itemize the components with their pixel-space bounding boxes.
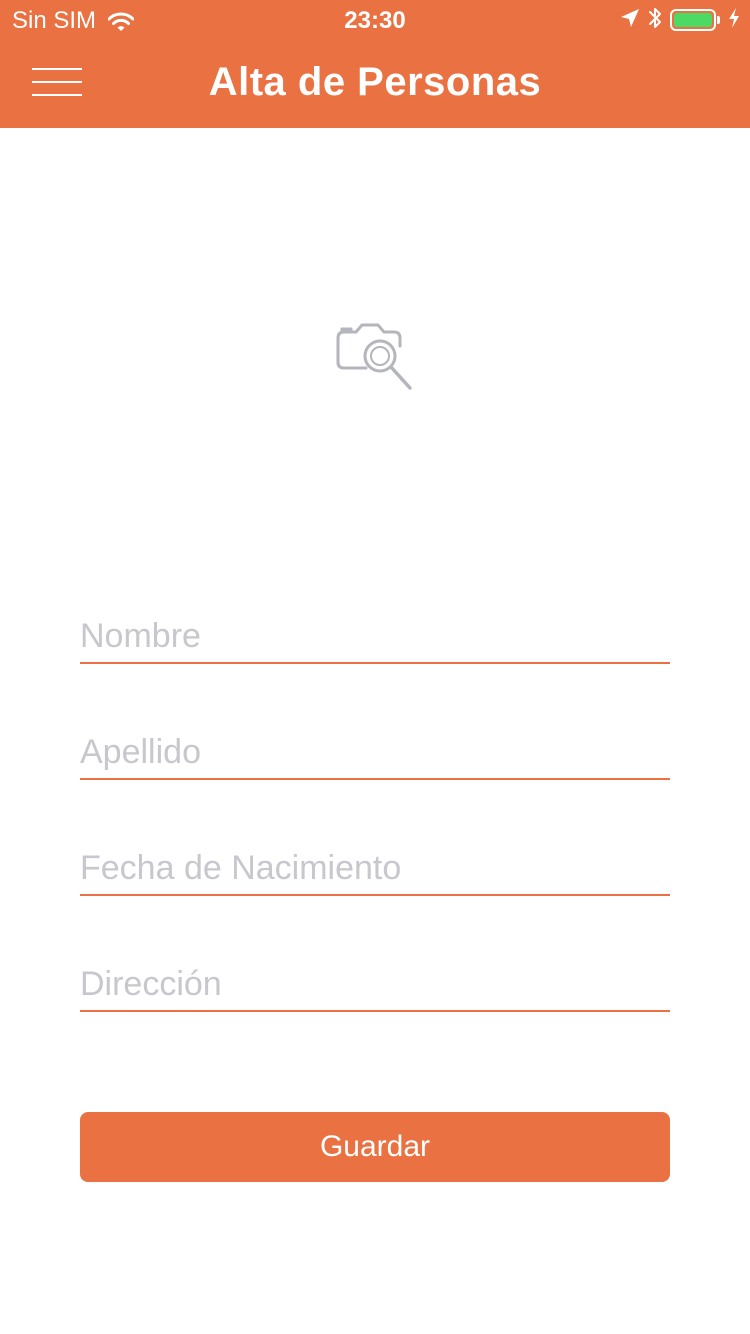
screen: Sin SIM 23:30 Alta de Personas Nombre Ap… bbox=[0, 0, 750, 1334]
apellido-field-container bbox=[80, 716, 670, 780]
apellido-input[interactable] bbox=[80, 733, 670, 772]
status-icons bbox=[620, 6, 740, 34]
save-button[interactable]: Guardar bbox=[80, 1112, 670, 1182]
nav-bar: Alta de Personas bbox=[0, 40, 750, 128]
battery-fill bbox=[674, 13, 712, 27]
battery-indicator bbox=[670, 9, 720, 31]
photo-picker-button[interactable] bbox=[330, 318, 420, 398]
header: Sin SIM 23:30 Alta de Personas bbox=[0, 0, 750, 128]
direccion-input[interactable] bbox=[80, 965, 670, 1004]
fecha-nacimiento-field-container bbox=[80, 832, 670, 896]
bluetooth-icon bbox=[648, 6, 662, 35]
location-arrow-icon bbox=[620, 8, 640, 33]
fecha-nacimiento-input[interactable] bbox=[80, 849, 670, 888]
battery-icon bbox=[670, 9, 716, 31]
battery-tip bbox=[717, 16, 720, 24]
charging-bolt-icon bbox=[728, 7, 740, 33]
page-title: Alta de Personas bbox=[208, 60, 542, 104]
nombre-input[interactable] bbox=[80, 617, 670, 656]
nombre-field-container bbox=[80, 600, 670, 664]
status-bar: Sin SIM 23:30 bbox=[0, 0, 750, 40]
direccion-field-container bbox=[80, 948, 670, 1012]
camera-search-icon bbox=[336, 323, 412, 390]
